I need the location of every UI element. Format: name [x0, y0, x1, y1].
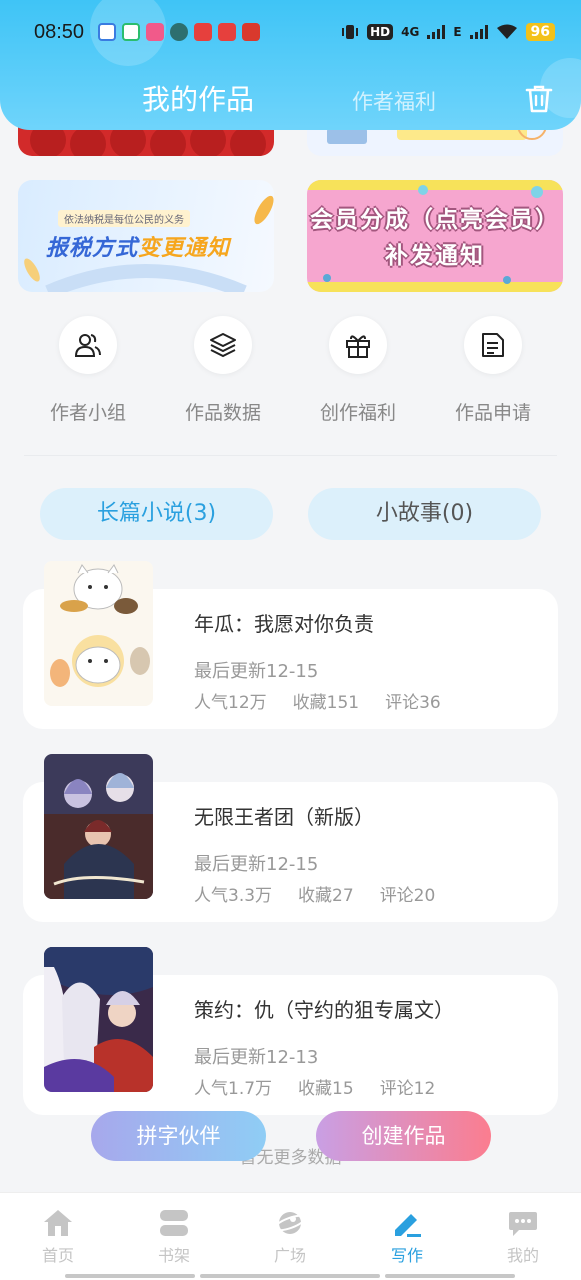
home-icon	[41, 1207, 75, 1239]
signal-icon	[427, 25, 446, 39]
tax-title-part1: 报税方式	[46, 236, 139, 261]
gesture-bar	[385, 1274, 515, 1278]
work-comments: 评论12	[379, 1079, 436, 1099]
work-popularity: 人气1.7万	[194, 1079, 273, 1099]
app-notification-icon	[170, 23, 189, 41]
notification-icons	[98, 23, 261, 41]
nav-label: 我的	[506, 1246, 539, 1265]
create-work-button[interactable]: 创建作品	[316, 1111, 491, 1161]
document-icon	[464, 316, 522, 374]
network-e-label: E	[453, 25, 462, 39]
app-notification-icon	[146, 23, 165, 41]
tab-author-benefits[interactable]: 作者福利	[352, 86, 436, 116]
work-favorites: 收藏151	[292, 693, 360, 713]
quick-work-data[interactable]: 作品数据	[168, 316, 278, 425]
nav-label: 首页	[41, 1246, 74, 1265]
tax-title-part2: 变更通知	[138, 236, 231, 261]
app-notification-icon	[218, 23, 237, 41]
layers-icon	[194, 316, 252, 374]
quick-label: 作品数据	[184, 402, 261, 424]
status-time: 08:50	[34, 20, 85, 43]
nav-label: 广场	[273, 1246, 306, 1265]
work-comments: 评论20	[379, 886, 436, 906]
app-notification-icon	[98, 23, 117, 41]
nav-label: 写作	[390, 1246, 423, 1265]
work-cover[interactable]	[44, 754, 153, 899]
header-tabs: 我的作品 作者福利	[0, 78, 581, 122]
work-updated: 最后更新12-13	[194, 1047, 319, 1068]
nav-bookshelf[interactable]: 书架	[124, 1207, 224, 1266]
quick-actions: 作者小组 作品数据 创作福利 作品申请	[0, 316, 581, 436]
gesture-bar	[65, 1274, 195, 1278]
work-title[interactable]: 年瓜：我愿对你负责	[194, 608, 374, 637]
gesture-bar	[200, 1274, 380, 1278]
planet-icon	[273, 1207, 307, 1239]
work-updated: 最后更新12-15	[194, 661, 319, 682]
quick-author-group[interactable]: 作者小组	[33, 316, 143, 425]
nav-label: 书架	[157, 1246, 190, 1265]
work-updated: 最后更新12-15	[194, 854, 319, 875]
banner-member-notice[interactable]: 会员分成（点亮会员）补发通知	[307, 180, 563, 292]
status-bar: 08:50 HD 4G E 96	[34, 16, 555, 48]
signal-icon	[469, 25, 488, 39]
divider	[24, 455, 557, 456]
app-notification-icon	[194, 23, 213, 41]
work-stats: 人气3.3万 收藏27 评论20	[194, 881, 435, 906]
work-stats: 人气1.7万 收藏15 评论12	[194, 1074, 435, 1099]
quick-label: 创作福利	[319, 402, 396, 424]
header: 08:50 HD 4G E 96 我的作品 作者福利	[0, 0, 581, 130]
wifi-icon	[496, 24, 517, 39]
bottom-nav: 首页 书架 广场 写作 我的	[0, 1192, 581, 1280]
tax-banner-subtitle: 依法纳税是每位公民的义务	[58, 210, 190, 227]
work-title[interactable]: 无限王者团（新版）	[194, 801, 374, 830]
hd-icon: HD	[367, 24, 394, 40]
bookshelf-icon	[157, 1207, 191, 1239]
gift-icon	[329, 316, 387, 374]
quick-work-application[interactable]: 作品申请	[438, 316, 548, 425]
work-cover[interactable]	[44, 561, 153, 706]
quick-label: 作者小组	[49, 402, 126, 424]
work-title[interactable]: 策约：仇（守约的狙专属文）	[194, 994, 454, 1023]
nav-mine[interactable]: 我的	[473, 1207, 573, 1266]
network-4g-label: 4G	[401, 25, 420, 39]
partner-button[interactable]: 拼字伙伴	[91, 1111, 266, 1161]
nav-square[interactable]: 广场	[240, 1207, 340, 1266]
tab-long-novel[interactable]: 长篇小说(3)	[40, 488, 273, 540]
quick-creation-benefits[interactable]: 创作福利	[303, 316, 413, 425]
app-notification-icon	[242, 23, 261, 41]
work-favorites: 收藏15	[298, 1079, 354, 1099]
author-group-icon	[59, 316, 117, 374]
work-cover[interactable]	[44, 947, 153, 1092]
no-more-data: 暂无更多数据	[239, 1148, 342, 1168]
pen-icon	[390, 1207, 424, 1239]
tab-my-works[interactable]: 我的作品	[142, 78, 254, 118]
tab-short-story[interactable]: 小故事(0)	[308, 488, 541, 540]
chat-icon	[506, 1207, 540, 1239]
member-notice-text: 会员分成（点亮会员）补发通知	[310, 207, 560, 269]
video-app-icon	[122, 23, 141, 41]
battery-indicator: 96	[525, 23, 555, 41]
quick-label: 作品申请	[454, 402, 531, 424]
tax-banner-title: 报税方式变更通知	[46, 230, 230, 262]
work-comments: 评论36	[385, 693, 441, 713]
work-stats: 人气12万 收藏151 评论36	[194, 688, 441, 713]
work-popularity: 人气12万	[194, 693, 267, 713]
system-icons: HD 4G E 96	[341, 23, 555, 41]
nav-write[interactable]: 写作	[357, 1207, 457, 1266]
vibrate-icon	[342, 25, 359, 39]
work-favorites: 收藏27	[298, 886, 354, 906]
trash-icon[interactable]	[525, 84, 553, 114]
work-popularity: 人气3.3万	[194, 886, 273, 906]
nav-home[interactable]: 首页	[8, 1207, 108, 1266]
banner-tax-notice[interactable]: 依法纳税是每位公民的义务 报税方式变更通知	[18, 180, 274, 292]
